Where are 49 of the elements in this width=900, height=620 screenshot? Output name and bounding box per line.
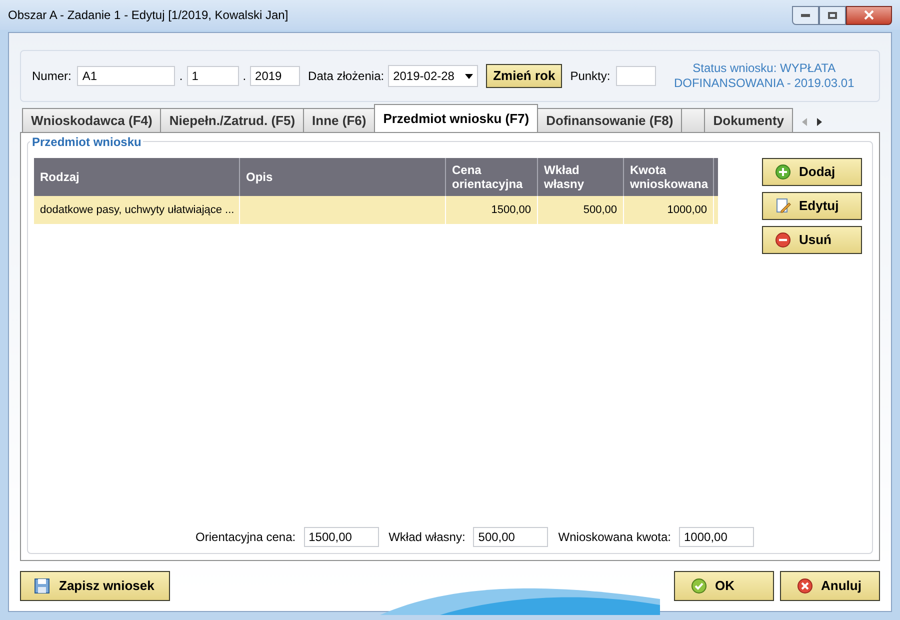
date-label: Data złożenia: [308,68,384,85]
points-field[interactable] [616,66,656,86]
table-cell-text: 500,00 [583,202,617,218]
maximize-button[interactable] [819,6,846,24]
save-button[interactable]: Zapisz wniosek [20,571,170,601]
date-dropdown[interactable]: 2019-02-28 [388,65,478,87]
total-label: Orientacyjna cena: [196,529,296,546]
minus-icon [775,232,791,248]
year-field[interactable]: 2019 [250,66,300,86]
tab[interactable]: Wnioskodawca (F4) [22,108,162,132]
cancel-button[interactable]: Anuluj [780,571,880,601]
side-button[interactable]: Dodaj [762,158,862,186]
close-icon [797,578,813,594]
window-title: Obszar A - Zadanie 1 - Edytuj [1/2019, Kowalski Jan] [8,7,288,24]
ok-button[interactable]: OK [674,571,774,601]
pencil-icon [775,198,791,214]
numer-label: Numer: [32,68,72,85]
table-cell-text: 1500,00 [491,202,531,218]
minimize-button[interactable] [792,6,819,24]
checkmark-icon [691,578,707,594]
separator-text: . [179,68,183,85]
status-text: Status wniosku: WYPŁATA [692,61,836,76]
numer-field[interactable]: A1 [77,66,176,86]
total-field[interactable]: 500,00 [473,527,548,547]
numer-field[interactable]: 1 [186,66,239,86]
tab[interactable] [681,108,706,132]
side-button[interactable]: Usuń [762,226,862,254]
dropdown-arrow-icon [465,74,474,78]
table-row[interactable]: dodatkowe pasy, uchwyty ułatwiające ... 1500,00 500,00 1000,00 [34,196,718,224]
tab[interactable]: Dokumenty [704,108,794,132]
tab[interactable]: Inne (F6) [303,108,376,132]
tab[interactable]: Przedmiot wniosku (F7) [374,104,538,132]
close-icon [864,10,874,20]
plus-icon [775,164,791,180]
side-button[interactable]: Edytuj [762,192,862,220]
separator-text: . [242,68,246,85]
status-text: DOFINANSOWANIA - 2019.03.01 [674,76,854,91]
total-label: Wnioskowana kwota: [558,529,671,546]
total-field[interactable]: 1500,00 [304,527,379,547]
scroll-right-icon[interactable] [817,118,822,126]
total-label: Wkład własny: [388,529,466,546]
table-cell-text: dodatkowe pasy, uchwyty ułatwiające ... [40,202,234,218]
close-button[interactable] [846,6,892,24]
total-field[interactable]: 1000,00 [679,527,754,547]
table-cell-text: 1000,00 [667,202,707,218]
points-label: Punkty: [570,68,610,85]
tab[interactable]: Niepełn./Zatrud. (F5) [160,108,304,132]
tab[interactable]: Dofinansowanie (F8) [537,108,682,132]
change-year-button[interactable]: Zmień rok [486,64,562,88]
